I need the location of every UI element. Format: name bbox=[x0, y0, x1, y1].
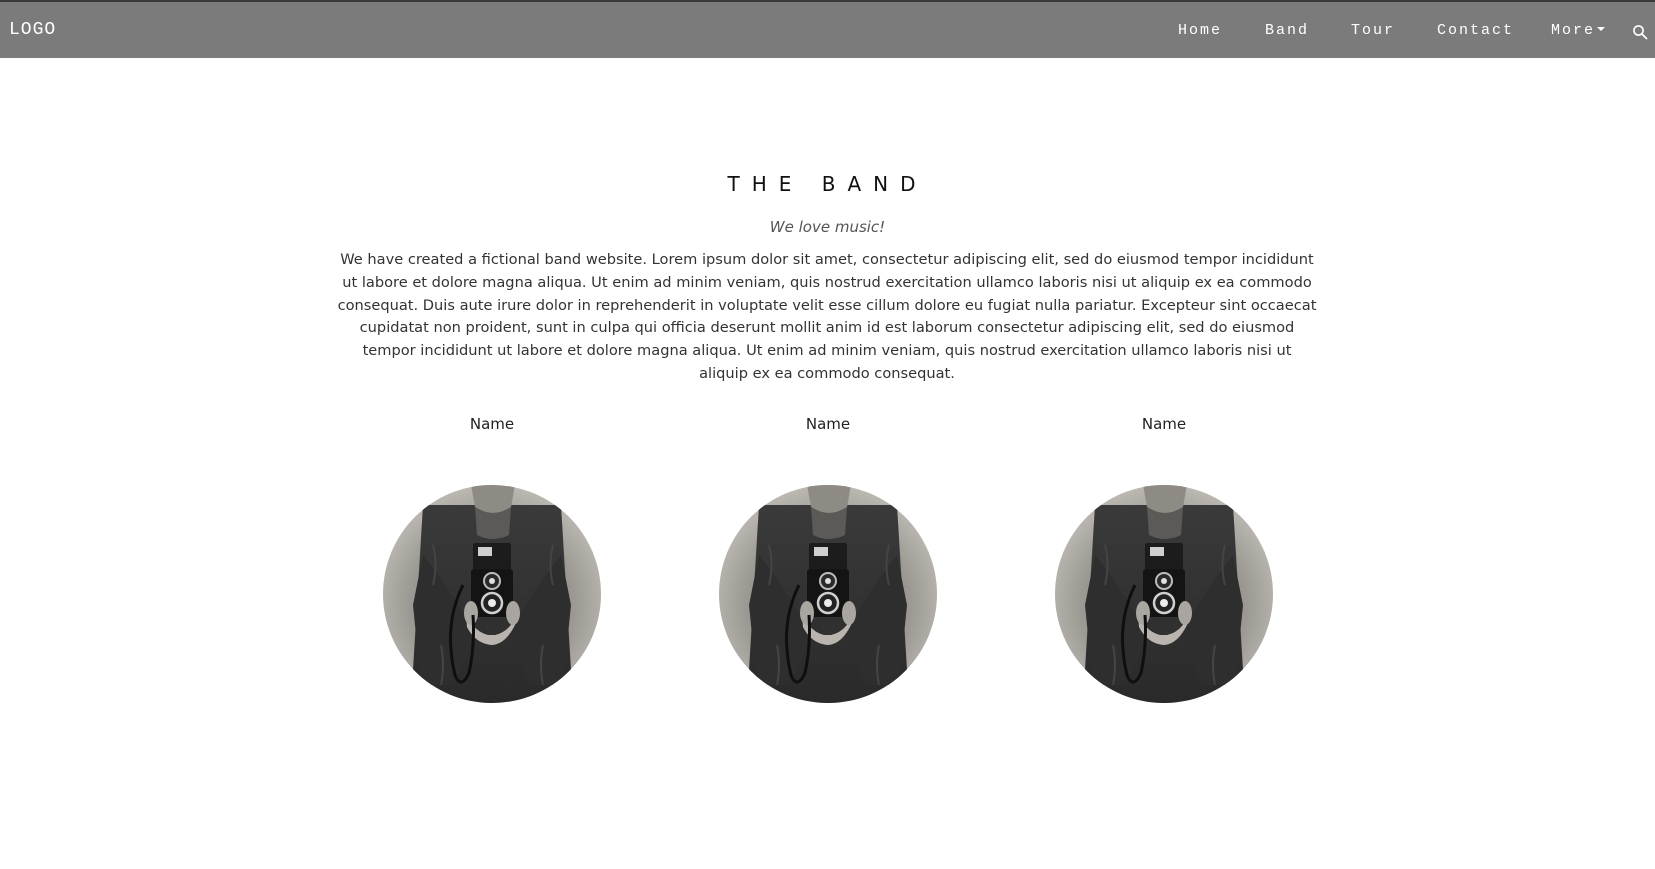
member-name: Name bbox=[469, 415, 515, 433]
member-photo[interactable] bbox=[383, 485, 601, 703]
band-member-card: Name bbox=[678, 412, 978, 703]
tagline: We love music! bbox=[769, 218, 886, 236]
navbar: LOGO Home Band Tour Contact More bbox=[0, 2, 1655, 58]
logo[interactable]: LOGO bbox=[9, 19, 56, 41]
band-member-card: Name bbox=[1014, 412, 1314, 703]
band-description: We have created a fictional band website… bbox=[337, 251, 1317, 382]
search-icon[interactable] bbox=[1632, 24, 1648, 40]
nav-more-dropdown[interactable]: More bbox=[1551, 21, 1606, 41]
nav-home[interactable]: Home bbox=[1178, 21, 1222, 41]
nav-more-label: More bbox=[1551, 22, 1596, 39]
section-title: THE BAND bbox=[727, 172, 928, 196]
band-member-card: Name bbox=[342, 412, 642, 703]
member-photo[interactable] bbox=[719, 485, 937, 703]
member-name: Name bbox=[1141, 415, 1187, 433]
caret-down-icon bbox=[1597, 26, 1606, 31]
nav-band[interactable]: Band bbox=[1265, 21, 1309, 41]
member-name: Name bbox=[805, 415, 851, 433]
nav-contact[interactable]: Contact bbox=[1437, 21, 1514, 41]
member-photo[interactable] bbox=[1055, 485, 1273, 703]
nav-tour[interactable]: Tour bbox=[1351, 21, 1395, 41]
